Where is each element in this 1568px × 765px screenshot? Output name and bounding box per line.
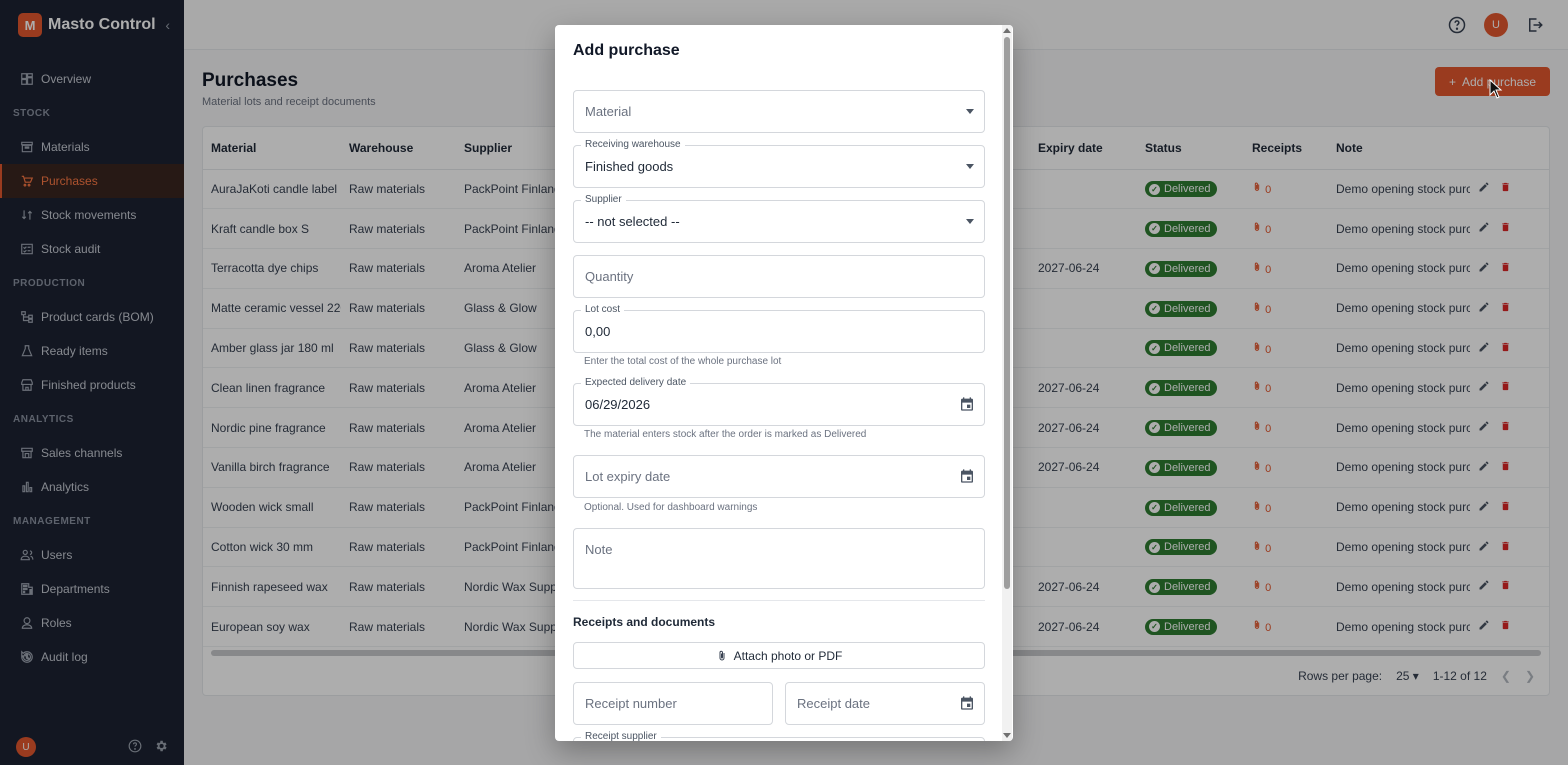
lot-expiry-helper: Optional. Used for dashboard warnings: [584, 502, 758, 513]
quantity-placeholder: Quantity: [585, 269, 634, 284]
supplier-value: -- not selected --: [585, 214, 680, 229]
calendar-icon[interactable]: [959, 695, 975, 711]
dialog-scrollbar-thumb[interactable]: [1004, 37, 1010, 589]
mouse-cursor-icon: [1489, 79, 1503, 99]
attach-photo-or-pdf-button[interactable]: Attach photo or PDF: [573, 642, 985, 669]
receipt-date-placeholder: Receipt date: [797, 696, 870, 711]
material-select[interactable]: Material: [573, 90, 985, 133]
lot-cost-helper: Enter the total cost of the whole purcha…: [584, 356, 782, 367]
material-placeholder: Material: [585, 104, 632, 119]
section-divider: [573, 600, 985, 601]
calendar-icon[interactable]: [959, 396, 975, 412]
note-textarea[interactable]: Note: [573, 528, 985, 589]
scroll-up-arrow-icon[interactable]: [1003, 28, 1011, 33]
lot-cost-value: 0,00: [585, 324, 611, 339]
lot-cost-input[interactable]: Lot cost 0,00: [573, 304, 985, 353]
dropdown-arrow-icon: [966, 164, 974, 169]
attach-label: Attach photo or PDF: [733, 648, 843, 663]
note-placeholder: Note: [585, 542, 613, 557]
quantity-input[interactable]: Quantity: [573, 255, 985, 298]
expected-delivery-date-input[interactable]: Expected delivery date 06/29/2026: [573, 377, 985, 426]
receipts-section-title: Receipts and documents: [573, 615, 716, 629]
lot-expiry-placeholder: Lot expiry date: [585, 469, 671, 484]
receipt-number-placeholder: Receipt number: [585, 696, 677, 711]
paperclip-icon: [719, 650, 725, 660]
supplier-select[interactable]: Supplier -- not selected --: [573, 194, 985, 243]
expected-delivery-date-value: 06/29/2026: [585, 397, 651, 412]
expected-delivery-date-label: Expected delivery date: [581, 377, 691, 388]
receipt-date-input[interactable]: Receipt date: [785, 682, 985, 725]
dropdown-arrow-icon: [966, 219, 974, 224]
dialog-title: Add purchase: [573, 42, 680, 59]
scroll-down-arrow-icon[interactable]: [1003, 733, 1011, 738]
receipt-number-input[interactable]: Receipt number: [573, 682, 773, 725]
calendar-icon[interactable]: [959, 468, 975, 484]
delivery-date-helper: The material enters stock after the orde…: [584, 429, 867, 440]
add-purchase-dialog: Add purchase Material Receiving warehous…: [555, 25, 1013, 741]
dropdown-arrow-icon: [966, 109, 974, 114]
lot-expiry-date-input[interactable]: Lot expiry date: [573, 455, 985, 498]
receipt-supplier-label: Receipt supplier: [581, 731, 661, 741]
receiving-warehouse-value: Finished goods: [585, 159, 674, 174]
receiving-warehouse-select[interactable]: Receiving warehouse Finished goods: [573, 139, 985, 188]
lot-cost-label: Lot cost: [581, 304, 625, 315]
receiving-warehouse-label: Receiving warehouse: [581, 139, 685, 150]
supplier-label: Supplier: [581, 194, 626, 205]
receipt-supplier-select[interactable]: Receipt supplier: [573, 731, 985, 741]
